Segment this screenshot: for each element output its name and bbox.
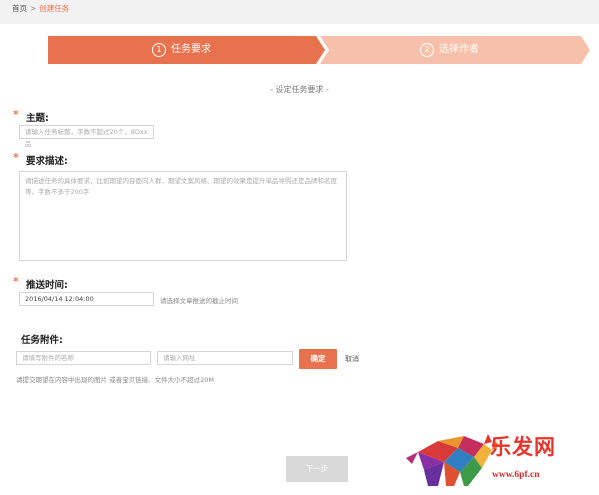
watermark-url: www.6pf.cn xyxy=(492,470,540,480)
step-arrows xyxy=(48,36,590,64)
next-step-button: 下一步 xyxy=(286,456,348,482)
topic-input[interactable]: 请输入任务标题，字数不超过20个，8Dxx品 xyxy=(19,125,154,148)
breadcrumb: 首页 > 创建任务 xyxy=(12,3,69,14)
breadcrumb-bar: 首页 > 创建任务 xyxy=(0,0,599,24)
push-time-hint: 请选择文章推送的截止时间 xyxy=(160,297,238,305)
topic-label: 主题: xyxy=(26,113,49,124)
watermark-logo: 乐发网 www.6pf.cn xyxy=(398,428,598,494)
breadcrumb-home-link[interactable]: 首页 xyxy=(12,4,27,13)
description-textarea[interactable]: 请描述任务的具体要求，比如期望内容面向人群、期望文案风格、期望的效果是提升单品导… xyxy=(19,171,347,261)
step-1-number: 1 xyxy=(152,43,166,57)
step-1: 1 任务要求 xyxy=(152,36,211,64)
attachment-cancel-link[interactable]: 取消 xyxy=(345,354,359,364)
step-2-label: 选择作者 xyxy=(439,44,479,55)
push-time-input[interactable]: 2016/04/14 12:04:00 xyxy=(19,292,154,306)
attachment-url-input[interactable]: 请输入网址 xyxy=(157,351,293,365)
required-mark: * xyxy=(13,275,19,288)
push-time-label: 推送时间: xyxy=(26,280,68,291)
step-2-number: 2 xyxy=(420,43,434,57)
breadcrumb-separator: > xyxy=(30,4,37,13)
step-1-label: 任务要求 xyxy=(171,44,211,55)
required-mark: * xyxy=(13,151,19,164)
attachment-hint: 请提交期望在内容中出现的图片 或者宝贝链接、文件大小不超过20M xyxy=(16,376,214,384)
step-progress: 1 任务要求 2 选择作者 xyxy=(48,36,590,64)
required-mark: * xyxy=(13,108,19,121)
step-2: 2 选择作者 xyxy=(420,36,479,64)
section-title: - 设定任务要求 - xyxy=(270,85,329,94)
watermark-brand: 乐发网 xyxy=(490,434,556,459)
attachment-label: 任务附件: xyxy=(21,335,63,346)
description-label: 要求描述: xyxy=(26,156,68,167)
attachment-name-input[interactable]: 请填写附件的名称 xyxy=(16,351,151,365)
attachment-confirm-button[interactable]: 确定 xyxy=(299,349,337,369)
breadcrumb-current: 创建任务 xyxy=(39,4,70,13)
